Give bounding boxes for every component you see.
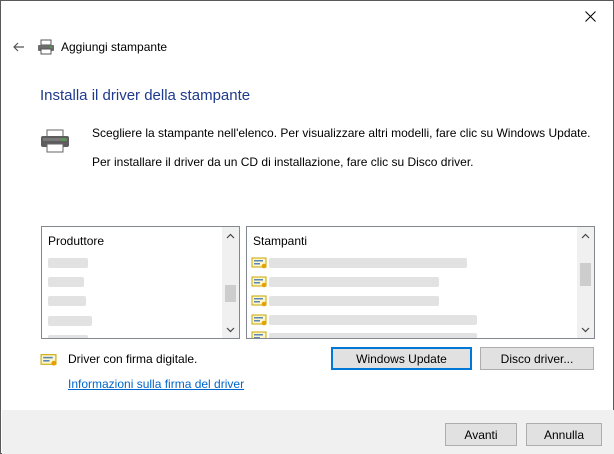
- scroll-thumb[interactable]: [580, 263, 591, 286]
- list-item[interactable]: [269, 315, 477, 325]
- chevron-down-icon: [226, 327, 235, 332]
- certified-driver-icon: [251, 257, 267, 269]
- page-heading: Installa il driver della stampante: [40, 87, 251, 104]
- printer-icon: [37, 39, 55, 55]
- chevron-up-icon: [581, 233, 590, 238]
- certified-driver-icon: [251, 276, 267, 288]
- certified-driver-icon: [251, 314, 267, 326]
- list-item[interactable]: [48, 316, 92, 326]
- footer-bar: [2, 410, 614, 454]
- scroll-down-button[interactable]: [222, 321, 239, 338]
- chevron-up-icon: [226, 233, 235, 238]
- printer-list-header: Stampanti: [253, 234, 308, 248]
- list-item[interactable]: [48, 277, 84, 287]
- close-button[interactable]: [567, 1, 613, 31]
- window-header: Aggiungi stampante: [9, 37, 167, 57]
- instructions-text-cd: Per installare il driver da un CD di ins…: [92, 155, 474, 169]
- close-icon: [584, 10, 596, 22]
- list-item[interactable]: [48, 296, 86, 306]
- printer-scrollbar[interactable]: [577, 227, 594, 338]
- scroll-up-button[interactable]: [222, 227, 239, 244]
- windows-update-button[interactable]: Windows Update: [331, 347, 472, 370]
- list-item[interactable]: [269, 258, 467, 268]
- disk-driver-button[interactable]: Disco driver...: [480, 347, 594, 370]
- list-item[interactable]: [48, 335, 88, 338]
- manufacturer-scrollbar[interactable]: [222, 227, 239, 338]
- cancel-button[interactable]: Annulla: [526, 423, 602, 446]
- list-item[interactable]: [269, 333, 477, 338]
- window-title: Aggiungi stampante: [61, 40, 168, 54]
- chevron-down-icon: [581, 327, 590, 332]
- signature-info-link[interactable]: Informazioni sulla firma del driver: [68, 377, 244, 391]
- next-button[interactable]: Avanti: [445, 423, 517, 446]
- back-button[interactable]: [9, 37, 29, 57]
- scroll-thumb[interactable]: [225, 285, 236, 302]
- certified-driver-icon: [251, 295, 267, 307]
- list-item[interactable]: [269, 277, 439, 287]
- add-printer-dialog: Aggiungi stampante Installa il driver de…: [0, 0, 614, 454]
- list-item[interactable]: [269, 296, 439, 306]
- back-arrow-icon: [13, 42, 24, 52]
- printer-list[interactable]: Stampanti: [246, 226, 595, 339]
- scroll-down-button[interactable]: [577, 321, 594, 338]
- signature-label: Driver con firma digitale.: [68, 352, 198, 366]
- manufacturer-list[interactable]: Produttore: [41, 226, 240, 339]
- list-item[interactable]: [48, 258, 88, 268]
- certified-driver-icon: [251, 331, 267, 338]
- printer-icon: [39, 129, 71, 156]
- scroll-up-button[interactable]: [577, 227, 594, 244]
- certified-driver-icon: [40, 354, 57, 366]
- instructions-text: Scegliere la stampante nell'elenco. Per …: [92, 126, 591, 140]
- manufacturer-list-header: Produttore: [48, 234, 105, 248]
